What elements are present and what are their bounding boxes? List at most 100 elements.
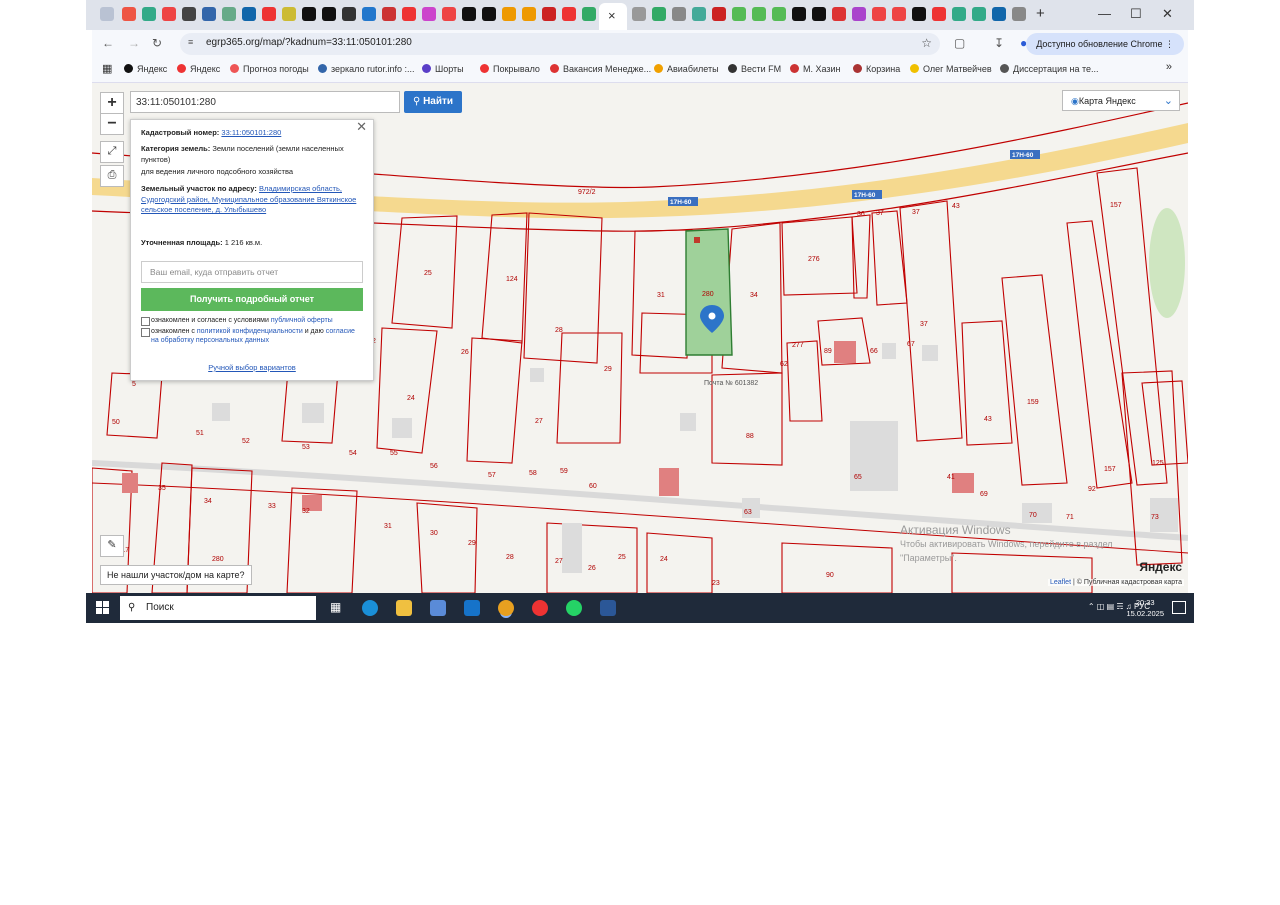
tab-favicon[interactable] bbox=[362, 7, 376, 21]
ruler-button[interactable]: ✎ bbox=[100, 535, 124, 557]
bookmark-item[interactable]: М. Хазин bbox=[790, 64, 841, 74]
offer-checkbox[interactable] bbox=[141, 317, 150, 326]
bookmark-item[interactable]: Олег Матвейчев bbox=[910, 64, 992, 74]
word-icon[interactable] bbox=[600, 600, 616, 616]
notification-icon[interactable] bbox=[1172, 601, 1186, 614]
tab-favicon[interactable] bbox=[482, 7, 496, 21]
tab-favicon[interactable] bbox=[522, 7, 536, 21]
bookmark-item[interactable]: Прогноз погоды bbox=[230, 64, 309, 74]
tab-favicon[interactable] bbox=[442, 7, 456, 21]
tab-favicon[interactable] bbox=[422, 7, 436, 21]
search-button[interactable]: ⚲ Найти bbox=[404, 91, 462, 113]
tab-favicon[interactable] bbox=[632, 7, 646, 21]
tab-favicon[interactable] bbox=[932, 7, 946, 21]
close-window-icon[interactable]: ✕ bbox=[1162, 6, 1173, 22]
tab-favicon[interactable] bbox=[652, 7, 666, 21]
bookmark-item[interactable]: Диссертация на те... bbox=[1000, 64, 1099, 74]
tab-favicon[interactable] bbox=[772, 7, 786, 21]
bookmark-item[interactable]: Авиабилеты bbox=[654, 64, 719, 74]
tab-favicon[interactable] bbox=[972, 7, 986, 21]
bookmark-item[interactable]: Вакансия Менедже... bbox=[550, 64, 651, 74]
zoom-in-button[interactable]: + bbox=[100, 92, 124, 114]
bookmark-star-icon[interactable]: ☆ bbox=[921, 36, 932, 50]
cadastral-search-input[interactable]: 33:11:050101:280 bbox=[130, 91, 400, 113]
tab-favicon[interactable] bbox=[712, 7, 726, 21]
tab-favicon[interactable] bbox=[692, 7, 706, 21]
url-text[interactable]: egrp365.org/map/?kadnum=33:11:050101:280 bbox=[206, 37, 412, 48]
bookmark-item[interactable]: Яндекс bbox=[177, 64, 220, 74]
bookmark-item[interactable]: Шорты bbox=[422, 64, 464, 74]
apps-grid-icon[interactable]: ▦ bbox=[102, 62, 112, 75]
maximize-icon[interactable]: ☐ bbox=[1130, 6, 1142, 22]
extensions-icon[interactable]: ▢ bbox=[954, 36, 965, 50]
manual-select-link[interactable]: Ручной выбор вариантов bbox=[208, 363, 296, 372]
tab-favicon[interactable] bbox=[202, 7, 216, 21]
explorer-icon[interactable] bbox=[396, 600, 412, 616]
leaflet-link[interactable]: Leaflet bbox=[1050, 579, 1071, 586]
taskbar-search[interactable]: ⚲ Поиск bbox=[120, 596, 316, 620]
chrome-icon[interactable] bbox=[498, 600, 514, 616]
tab-favicon[interactable] bbox=[342, 7, 356, 21]
chrome-update-button[interactable]: Доступно обновление Chrome ⋮ bbox=[1026, 33, 1184, 55]
site-info-icon[interactable]: ≡ bbox=[188, 37, 193, 47]
get-report-button[interactable]: Получить подробный отчет bbox=[141, 288, 363, 311]
cadastral-map[interactable]: 17Н-60 17Н-60 17Н-60 972/2 25 124 31 280 34 276 36… bbox=[92, 83, 1188, 593]
forward-icon[interactable]: → bbox=[128, 36, 140, 50]
tab-favicon[interactable] bbox=[302, 7, 316, 21]
privacy-checkbox[interactable] bbox=[141, 328, 150, 337]
tab-favicon[interactable] bbox=[752, 7, 766, 21]
bookmark-item[interactable]: Вести FM bbox=[728, 64, 781, 74]
zoom-out-button[interactable]: − bbox=[100, 113, 124, 135]
tab-favicon[interactable] bbox=[812, 7, 826, 21]
map-layer-select[interactable]: ◉Карта Яндекс ⌄ bbox=[1062, 90, 1180, 111]
email-field[interactable]: Ваш email, куда отправить отчет bbox=[141, 261, 363, 283]
privacy-link[interactable]: политикой конфиденциальности bbox=[197, 328, 303, 335]
store-icon[interactable] bbox=[430, 600, 446, 616]
print-button[interactable]: ⎙ bbox=[100, 165, 124, 187]
tab-favicon[interactable] bbox=[562, 7, 576, 21]
windows-start-icon[interactable] bbox=[96, 601, 109, 614]
tab-favicon[interactable] bbox=[582, 7, 596, 21]
tab-favicon[interactable] bbox=[672, 7, 686, 21]
tab-favicon[interactable] bbox=[162, 7, 176, 21]
cad-number-link[interactable]: 33:11:050101:280 bbox=[221, 128, 281, 137]
tab-favicon[interactable] bbox=[142, 7, 156, 21]
tab-favicon[interactable] bbox=[502, 7, 516, 21]
reload-icon[interactable]: ↻ bbox=[152, 36, 162, 50]
tab-favicon[interactable] bbox=[242, 7, 256, 21]
tab-list-icon[interactable] bbox=[100, 7, 114, 21]
tab-favicon[interactable] bbox=[462, 7, 476, 21]
tab-favicon[interactable] bbox=[402, 7, 416, 21]
address-bar[interactable]: ≡ egrp365.org/map/?kadnum=33:11:050101:2… bbox=[180, 33, 940, 55]
tab-favicon[interactable] bbox=[122, 7, 136, 21]
active-tab[interactable]: × bbox=[599, 3, 627, 30]
tab-favicon[interactable] bbox=[892, 7, 906, 21]
edge-icon[interactable] bbox=[362, 600, 378, 616]
whatsapp-icon[interactable] bbox=[566, 600, 582, 616]
bookmark-item[interactable]: Корзина bbox=[853, 64, 900, 74]
yandex-browser-icon[interactable] bbox=[532, 600, 548, 616]
tab-favicon[interactable] bbox=[262, 7, 276, 21]
tab-favicon[interactable] bbox=[222, 7, 236, 21]
bookmark-item[interactable]: Покрывало bbox=[480, 64, 540, 74]
task-view-icon[interactable]: ▦ bbox=[330, 600, 341, 614]
close-tab-icon[interactable]: × bbox=[608, 8, 616, 23]
tab-favicon[interactable] bbox=[852, 7, 866, 21]
more-bookmarks-icon[interactable]: » bbox=[1166, 61, 1172, 73]
tab-favicon[interactable] bbox=[282, 7, 296, 21]
tab-favicon[interactable] bbox=[912, 7, 926, 21]
offer-link[interactable]: публичной оферты bbox=[271, 317, 333, 324]
tab-favicon[interactable] bbox=[872, 7, 886, 21]
minimize-icon[interactable]: — bbox=[1098, 6, 1111, 21]
tab-favicon[interactable] bbox=[1012, 7, 1026, 21]
fullscreen-button[interactable]: ⤢ bbox=[100, 141, 124, 163]
tab-favicon[interactable] bbox=[182, 7, 196, 21]
tab-favicon[interactable] bbox=[832, 7, 846, 21]
tab-favicon[interactable] bbox=[382, 7, 396, 21]
clock[interactable]: 20:33 15.02.2025 bbox=[1126, 597, 1164, 619]
bookmark-item[interactable]: зеркало rutor.info :... bbox=[318, 64, 415, 74]
new-tab-button[interactable]: + bbox=[1036, 5, 1045, 22]
download-icon[interactable]: ↧ bbox=[994, 36, 1004, 50]
tab-favicon[interactable] bbox=[992, 7, 1006, 21]
bookmark-item[interactable]: Яндекс bbox=[124, 64, 167, 74]
